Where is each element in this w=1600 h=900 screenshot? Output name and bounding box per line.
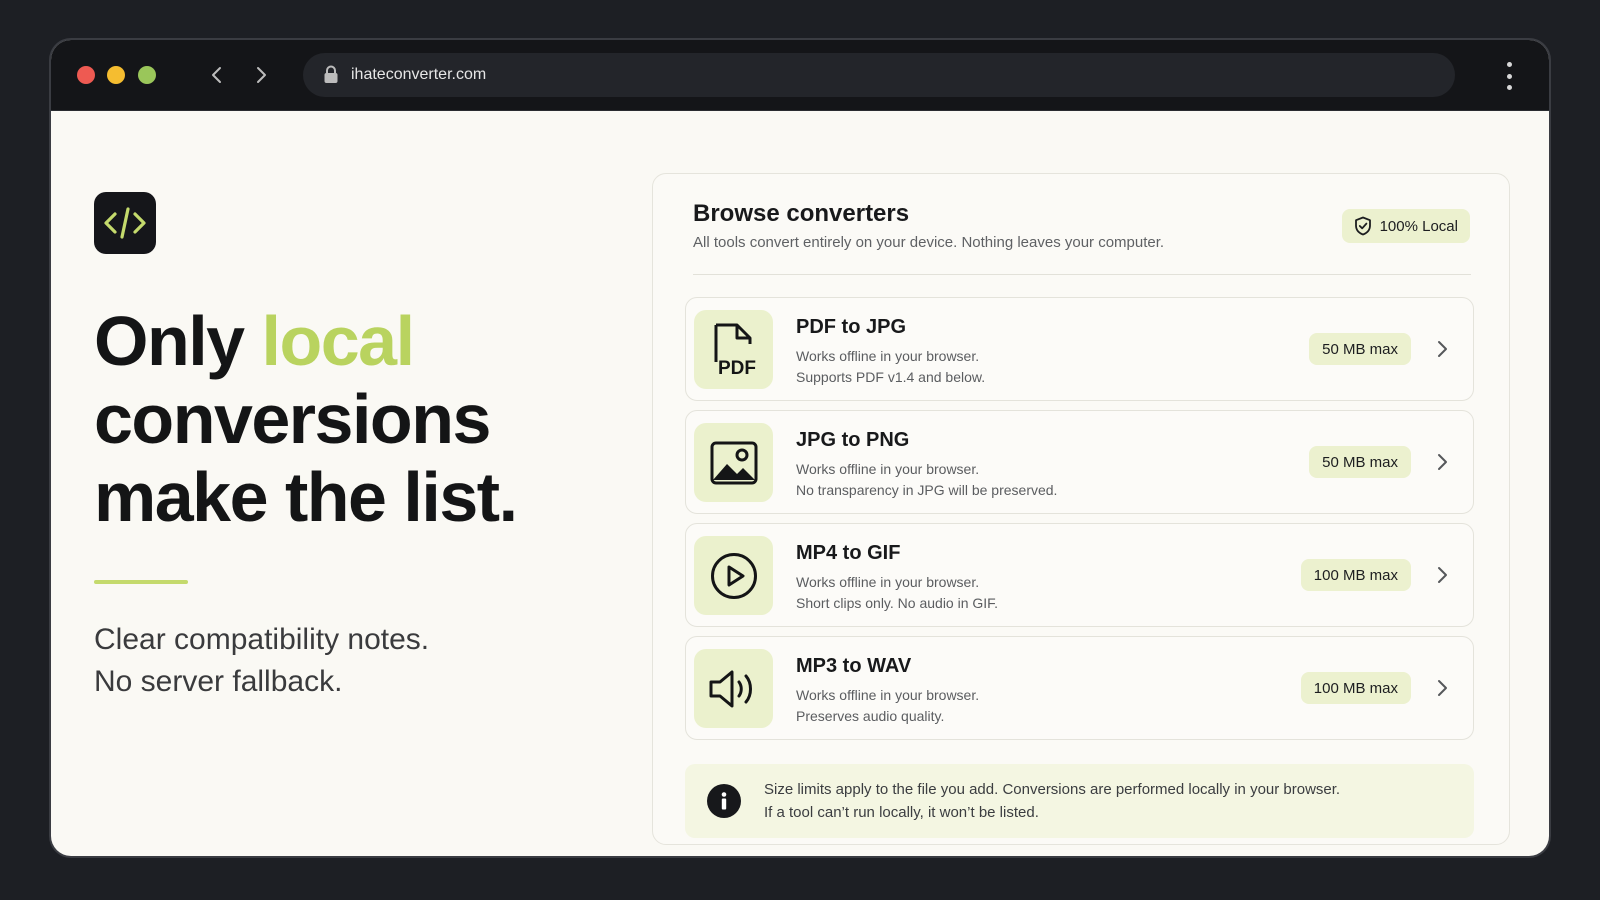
panel-description: All tools convert entirely on your devic… [693, 234, 1165, 251]
menu-dot [1506, 73, 1512, 79]
local-badge: 100% Local [1341, 209, 1470, 243]
converter-name: PDF to JPG [796, 316, 907, 338]
converter-icon-tile [694, 423, 773, 502]
menu-dot [1506, 85, 1512, 90]
info-icon [707, 784, 741, 818]
chevron-right-icon [1431, 338, 1453, 360]
code-icon [104, 207, 146, 239]
speaker-icon [709, 670, 752, 707]
subline-1: Clear compatibility notes. [94, 623, 430, 656]
size-limit-badge: 50 MB max [1309, 446, 1411, 478]
pdf-file-icon: PDF [714, 323, 756, 378]
badge-label: 100% Local [1379, 217, 1458, 235]
browser-menu-button[interactable] [1505, 62, 1513, 90]
hero-headline: Only local conversions make the list. [94, 302, 614, 536]
size-limit-badge: 100 MB max [1300, 559, 1411, 591]
zoom-window-button[interactable] [138, 66, 156, 84]
converter-jpg-to-png[interactable]: JPG to PNG Works offline in your browser… [685, 410, 1474, 514]
url-text: ihateconverter.com [351, 66, 487, 83]
menu-dot [1506, 62, 1512, 67]
converter-note-2: Preserves audio quality. [796, 708, 945, 724]
size-limit-badge: 100 MB max [1300, 672, 1411, 704]
hero-subline: Clear compatibility notes. No server fal… [94, 619, 574, 703]
browser-titlebar: ihateconverter.com [51, 40, 1549, 111]
converter-note-1: Works offline in your browser. [796, 574, 980, 590]
converter-mp3-to-wav[interactable]: MP3 to WAV Works offline in your browser… [685, 636, 1474, 740]
converter-icon-tile [694, 536, 773, 615]
converter-note-1: Works offline in your browser. [796, 461, 980, 477]
converters-panel: Browse converters All tools convert enti… [652, 173, 1510, 845]
back-button[interactable] [204, 62, 230, 88]
converter-note-2: Supports PDF v1.4 and below. [796, 369, 986, 385]
converter-mp4-to-gif[interactable]: MP4 to GIF Works offline in your browser… [685, 523, 1474, 627]
converter-note-2: Short clips only. No audio in GIF. [796, 595, 999, 611]
headline-part1: Only [94, 302, 262, 380]
converter-note-1: Works offline in your browser. [796, 348, 980, 364]
note-line-2: If a tool can’t run locally, it won’t be… [764, 804, 1039, 821]
converter-icon-tile: PDF [694, 310, 773, 389]
chevron-right-icon [1431, 451, 1453, 473]
browser-window: ihateconverter.com Only local conversions… [51, 40, 1549, 856]
panel-title: Browse converters [693, 200, 910, 227]
converter-icon-tile [694, 649, 773, 728]
converter-name: MP4 to GIF [796, 542, 901, 564]
chevron-right-icon [257, 67, 266, 83]
note-line-1: Size limits apply to the file you add. C… [764, 781, 1341, 798]
page-content: Only local conversions make the list. Clea… [51, 111, 1549, 856]
panel-divider [693, 274, 1471, 275]
lock-icon [323, 65, 341, 85]
play-icon [710, 552, 757, 599]
site-logo[interactable] [94, 192, 156, 254]
image-icon [710, 441, 757, 484]
converter-name: JPG to PNG [796, 429, 910, 451]
headline-part2: conversions [94, 380, 491, 458]
subline-2: No server fallback. [94, 665, 343, 698]
chevron-left-icon [212, 67, 221, 83]
size-limit-badge: 50 MB max [1309, 333, 1411, 365]
converter-name: MP3 to WAV [796, 655, 912, 677]
shield-check-icon [1354, 216, 1371, 236]
pdf-icon-label: PDF [718, 358, 756, 378]
converter-note-1: Works offline in your browser. [796, 687, 980, 703]
minimize-window-button[interactable] [107, 66, 125, 84]
chevron-right-icon [1431, 564, 1453, 586]
chevron-right-icon [1431, 677, 1453, 699]
headline-accent: local [261, 302, 416, 380]
forward-button[interactable] [248, 62, 274, 88]
converter-note-2: No transparency in JPG will be preserved… [796, 482, 1058, 498]
headline-part3: make the list. [94, 458, 518, 536]
address-bar[interactable]: ihateconverter.com [303, 53, 1455, 97]
accent-divider [94, 580, 188, 584]
size-limits-note: Size limits apply to the file you add. C… [685, 764, 1474, 838]
close-window-button[interactable] [77, 66, 95, 84]
converter-pdf-to-jpg[interactable]: PDF PDF to JPG Works offline in your bro… [685, 297, 1474, 401]
